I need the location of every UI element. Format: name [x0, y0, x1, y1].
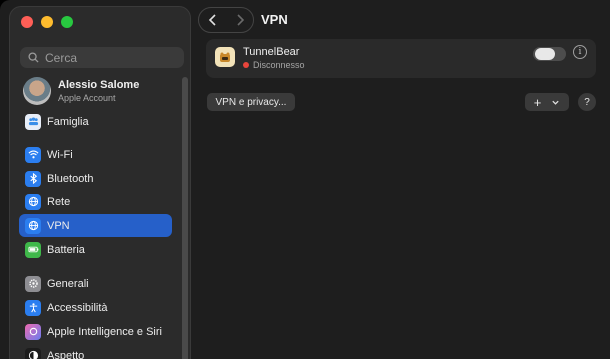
forward-button[interactable] — [226, 8, 253, 32]
globe-icon — [25, 193, 41, 210]
sidebar-item-label: Bluetooth — [47, 172, 94, 185]
window-controls — [21, 16, 73, 28]
chevron-down-icon — [552, 100, 559, 105]
sidebar-item-accessibilita[interactable]: Accessibilità — [19, 296, 172, 319]
search-icon — [28, 52, 39, 63]
sidebar-item-label: Wi-Fi — [47, 148, 73, 161]
sidebar-item-famiglia[interactable]: Famiglia — [19, 110, 172, 133]
chevron-right-icon — [236, 14, 244, 26]
vpn-configuration-row: TunnelBear Disconnesso i — [206, 39, 596, 78]
family-icon — [25, 113, 41, 130]
sidebar-item-aspetto[interactable]: Aspetto — [19, 344, 172, 359]
sidebar-item-rete[interactable]: Rete — [19, 190, 172, 213]
settings-window: Alessio Salome Apple Account Famiglia Wi… — [0, 0, 610, 359]
wifi-icon — [25, 146, 41, 163]
sidebar-item-label: Rete — [47, 195, 71, 208]
siri-icon — [25, 323, 41, 340]
back-button[interactable] — [199, 8, 226, 32]
sidebar-item-bluetooth[interactable]: Bluetooth — [19, 167, 172, 190]
vpn-status-label: Disconnesso — [253, 60, 305, 70]
chevron-left-icon — [208, 14, 216, 26]
appearance-icon — [25, 347, 41, 359]
sidebar-item-label: Batteria — [47, 243, 85, 256]
add-vpn-button[interactable]: + — [525, 93, 569, 111]
sidebar-item-label: VPN — [47, 219, 70, 232]
sidebar-item-apple-intelligence-siri[interactable]: Apple Intelligence e Siri — [19, 320, 172, 343]
sidebar-item-generali[interactable]: Generali — [19, 272, 172, 295]
sidebar-item-wifi[interactable]: Wi-Fi — [19, 143, 172, 166]
account-subtitle: Apple Account — [58, 93, 116, 103]
minimize-button[interactable] — [41, 16, 53, 28]
vpn-name: TunnelBear — [243, 46, 300, 58]
close-button[interactable] — [21, 16, 33, 28]
vpn-globe-icon — [25, 217, 41, 234]
toggle-knob — [535, 48, 555, 60]
sidebar: Alessio Salome Apple Account Famiglia Wi… — [9, 6, 191, 359]
info-icon[interactable]: i — [573, 45, 587, 59]
history-navigation — [198, 7, 254, 33]
sidebar-item-label: Generali — [47, 277, 89, 290]
maximize-button[interactable] — [61, 16, 73, 28]
gear-icon — [25, 275, 41, 292]
vpn-toggle[interactable] — [533, 47, 566, 61]
bluetooth-icon — [25, 170, 41, 187]
vpn-status: Disconnesso — [243, 60, 305, 70]
sidebar-item-label: Apple Intelligence e Siri — [47, 325, 162, 338]
search-field[interactable] — [20, 47, 184, 68]
help-button[interactable]: ? — [578, 93, 596, 111]
vpn-privacy-button[interactable]: VPN e privacy... — [207, 93, 295, 111]
page-title: VPN — [261, 12, 288, 27]
sidebar-item-batteria[interactable]: Batteria — [19, 238, 172, 261]
sidebar-item-label: Famiglia — [47, 115, 89, 128]
plus-icon: + — [533, 94, 542, 110]
accessibility-icon — [25, 299, 41, 316]
sidebar-item-label: Accessibilità — [47, 301, 108, 314]
tunnelbear-app-icon — [215, 47, 235, 67]
apple-account[interactable]: Alessio Salome Apple Account — [23, 77, 139, 105]
sidebar-scrollbar[interactable] — [182, 77, 188, 359]
search-input[interactable] — [45, 50, 175, 65]
sidebar-item-vpn[interactable]: VPN — [19, 214, 172, 237]
battery-icon — [25, 241, 41, 258]
avatar — [23, 77, 51, 105]
account-name: Alessio Salome — [58, 79, 140, 91]
sidebar-item-label: Aspetto — [47, 349, 85, 359]
status-dot-icon — [243, 62, 249, 68]
